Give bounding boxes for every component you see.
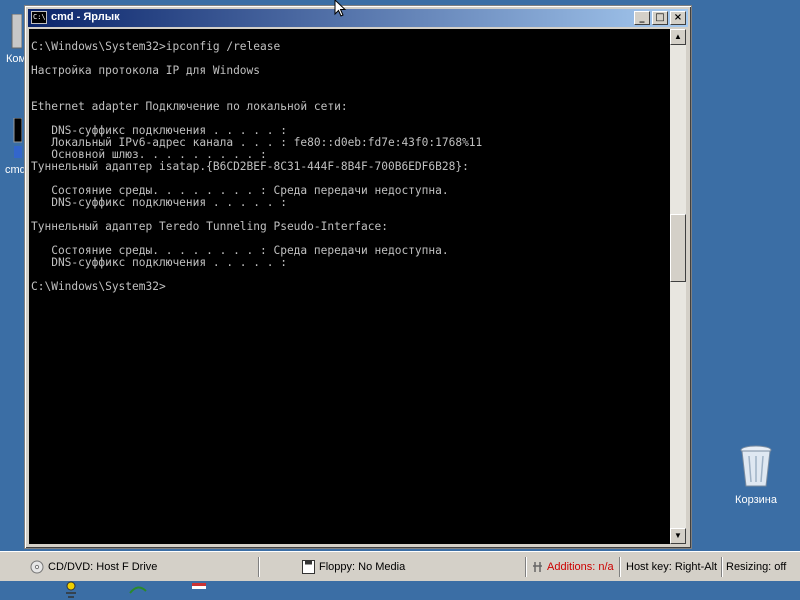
floppy-label: Floppy: No Media — [319, 561, 406, 573]
console-area[interactable]: C:\Windows\System32>ipconfig /release На… — [29, 29, 670, 544]
additions-status[interactable]: Additions: n/a — [532, 559, 614, 575]
scroll-thumb[interactable] — [670, 214, 686, 282]
floppy-icon — [302, 560, 315, 575]
character-icon — [66, 581, 76, 598]
close-button[interactable]: × — [670, 11, 686, 25]
cmd-shortcut-icon — [13, 117, 23, 158]
floppy-status[interactable]: Floppy: No Media — [302, 559, 405, 575]
scroll-down-button[interactable]: ▼ — [670, 528, 686, 544]
recycle-bin-label: Корзина — [735, 494, 777, 506]
resizing-status: Resizing: off — [726, 561, 787, 573]
scroll-up-button[interactable]: ▲ — [670, 29, 686, 45]
host-key-status: Host key: Right-Alt — [626, 561, 718, 573]
desktop-icon-cmd-label: cmd — [5, 164, 26, 176]
cd-dvd-status[interactable]: CD/DVD: Host F Drive — [30, 559, 157, 575]
cmd-icon[interactable]: C:\ — [31, 11, 47, 24]
taskbar-fragment — [0, 581, 800, 600]
cmd-window[interactable]: C:\ cmd - Ярлык _ □ × C:\Windows\System3… — [24, 5, 692, 549]
maximize-button[interactable]: □ — [652, 11, 668, 25]
tool-icon — [129, 586, 147, 594]
status-separator — [721, 557, 723, 577]
cd-icon — [30, 560, 44, 574]
title-bar[interactable]: C:\ cmd - Ярлык _ □ × — [28, 9, 688, 27]
status-separator — [258, 557, 260, 577]
status-separator — [525, 557, 527, 577]
vm-status-bar: CD/DVD: Host F Drive Floppy: No Media Ad… — [0, 551, 800, 582]
desktop-icon-computer[interactable] — [0, 13, 23, 55]
status-separator — [619, 557, 621, 577]
computer-icon — [11, 13, 23, 49]
window-title: cmd - Ярлык — [51, 11, 120, 23]
additions-icon — [533, 562, 542, 573]
recycle-bin-icon — [740, 445, 772, 487]
vertical-scrollbar[interactable]: ▲ ▼ — [670, 29, 686, 544]
minimize-button[interactable]: _ — [634, 11, 650, 25]
mouse-pointer-icon — [334, 0, 347, 17]
cd-dvd-label: CD/DVD: Host F Drive — [48, 561, 158, 573]
flag-icon — [192, 583, 206, 589]
additions-label: Additions: n/a — [547, 561, 614, 573]
desktop-icon-recycle-bin[interactable]: Корзина — [728, 444, 784, 506]
console-output: C:\Windows\System32>ipconfig /release На… — [31, 40, 483, 293]
desktop-icon-cmd[interactable] — [0, 117, 23, 165]
